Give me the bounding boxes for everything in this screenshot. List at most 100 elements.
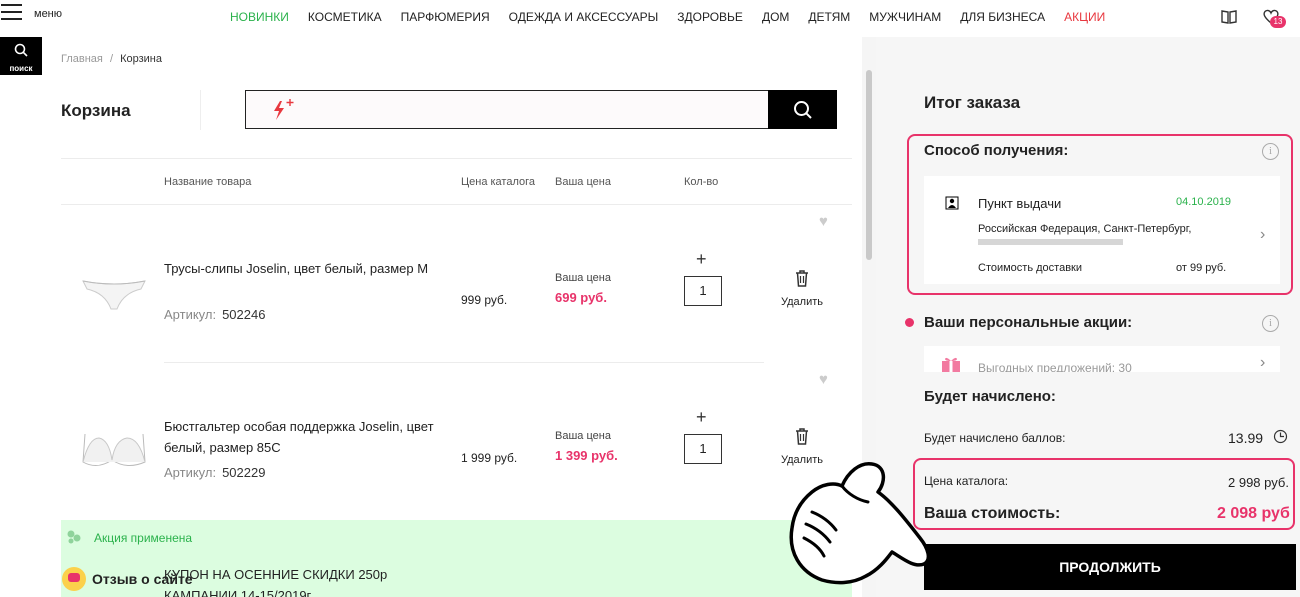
coupon-line-2: КАМПАНИИ 14-15/2019г	[164, 588, 312, 597]
breadcrumb: Главная / Корзина	[61, 53, 162, 65]
quick-add-field[interactable]	[306, 91, 756, 128]
feedback-chat-icon	[62, 567, 86, 591]
site-feedback-button[interactable]: Отзыв о сайте	[62, 567, 193, 591]
breadcrumb-current: Корзина	[120, 53, 162, 65]
delivery-cost-value: от 99 руб.	[1176, 262, 1227, 274]
delivery-method-heading: Способ получения:	[924, 142, 1069, 159]
trash-icon[interactable]	[794, 269, 810, 288]
add-to-favorites-heart-icon[interactable]: ♥	[819, 213, 828, 230]
pointing-hand-cursor-icon	[789, 462, 931, 585]
col-header-your-price: Ваша цена	[555, 176, 611, 188]
info-icon[interactable]: i	[1262, 315, 1279, 332]
gift-icon	[942, 357, 960, 372]
hamburger-menu-icon[interactable]	[1, 4, 22, 22]
catalog-price: 999 руб.	[461, 293, 508, 307]
chevron-right-icon[interactable]: ›	[1260, 354, 1265, 372]
top-navigation-bar: меню НОВИНКИ КОСМЕТИКА ПАРФЮМЕРИЯ ОДЕЖДА…	[0, 0, 1300, 36]
product-sku: Артикул: 502246	[164, 307, 265, 322]
points-coin-icon	[1273, 429, 1288, 444]
nav-item-sales[interactable]: АКЦИИ	[1064, 10, 1105, 24]
nav-item-perfume[interactable]: ПАРФЮМЕРИЯ	[401, 10, 490, 24]
catalog-total-value: 2 998 руб.	[1228, 475, 1289, 490]
product-image-bra[interactable]	[79, 419, 149, 479]
feedback-label: Отзыв о сайте	[92, 571, 193, 587]
your-price-block: Ваша цена 1 399 руб.	[555, 430, 618, 463]
points-label: Будет начислено баллов:	[924, 431, 1066, 445]
breadcrumb-separator: /	[109, 53, 113, 65]
divider	[61, 158, 852, 159]
add-to-favorites-heart-icon[interactable]: ♥	[819, 371, 828, 388]
quick-add-input[interactable]	[245, 90, 769, 129]
delivery-address: Российская Федерация, Санкт-Петербург,	[978, 223, 1192, 235]
product-name[interactable]: Трусы-слипы Joselin, цвет белый, размер …	[164, 258, 444, 279]
delivery-date: 04.10.2019	[1176, 196, 1232, 208]
chevron-right-icon[interactable]: ›	[1260, 226, 1265, 244]
qty-increment-button[interactable]: +	[696, 407, 707, 428]
nav-item-business[interactable]: ДЛЯ БИЗНЕСА	[960, 10, 1045, 24]
delivery-option-card[interactable]: Пункт выдачи 04.10.2019 Российская Федер…	[924, 176, 1280, 284]
your-price-label: Ваша цена	[555, 272, 611, 284]
col-header-name: Название товара	[164, 176, 252, 188]
personal-offers-heading: Ваши персональные акции:	[924, 314, 1133, 331]
page-title: Корзина	[61, 101, 131, 120]
catalog-price: 1 999 руб.	[461, 451, 518, 465]
quick-add-search-button[interactable]	[768, 90, 837, 129]
lightning-plus-icon	[274, 99, 294, 120]
your-price-label: Ваша цена	[555, 430, 611, 442]
nav-item-cosmetics[interactable]: КОСМЕТИКА	[308, 10, 382, 24]
nav-item-new[interactable]: НОВИНКИ	[230, 10, 289, 24]
nav-item-home[interactable]: ДОМ	[762, 10, 789, 24]
table-row: Бюстгальтер особая поддержка Joselin, цв…	[0, 363, 860, 520]
divider	[200, 90, 201, 130]
promo-applied-label: Акция применена	[94, 531, 193, 545]
notification-dot	[905, 318, 914, 327]
info-icon[interactable]: i	[1262, 143, 1279, 160]
search-button[interactable]: поиск	[0, 37, 42, 75]
product-name[interactable]: Бюстгальтер особая поддержка Joselin, цв…	[164, 416, 444, 458]
continue-button[interactable]: ПРОДОЛЖИТЬ	[924, 544, 1296, 590]
delete-button[interactable]: Удалить	[778, 296, 826, 308]
delivery-cost-label: Стоимость доставки	[978, 262, 1082, 274]
pickup-point-person-icon	[945, 196, 959, 210]
points-value: 13.99	[1228, 430, 1264, 446]
col-header-qty: Кол-во	[684, 176, 719, 188]
search-label: поиск	[9, 64, 33, 73]
search-icon	[14, 43, 28, 57]
main-nav: НОВИНКИ КОСМЕТИКА ПАРФЮМЕРИЯ ОДЕЖДА И АК…	[230, 10, 1105, 24]
your-total-label: Ваша стоимость:	[924, 505, 1061, 522]
catalog-book-icon[interactable]	[1220, 9, 1238, 25]
product-image-panties[interactable]	[79, 265, 149, 325]
page-scrollbar-thumb[interactable]	[866, 70, 872, 260]
menu-label[interactable]: меню	[34, 8, 62, 20]
nav-item-kids[interactable]: ДЕТЯМ	[808, 10, 850, 24]
nav-item-men[interactable]: МУЖЧИНАМ	[869, 10, 941, 24]
nav-item-clothing[interactable]: ОДЕЖДА И АКСЕССУАРЫ	[509, 10, 659, 24]
favorites-count-badge: 13	[1270, 16, 1286, 28]
sku-label: Артикул:	[164, 465, 217, 480]
table-row: Трусы-слипы Joselin, цвет белый, размер …	[0, 205, 860, 363]
your-price: 1 399 руб.	[555, 448, 618, 463]
search-icon	[793, 100, 812, 119]
product-sku: Артикул: 502229	[164, 465, 265, 480]
accrual-heading: Будет начислено:	[924, 388, 1056, 405]
your-total-value: 2 098 руб.	[1217, 505, 1290, 522]
sku-value: 502229	[222, 465, 266, 480]
breadcrumb-home[interactable]: Главная	[61, 53, 103, 65]
order-summary-title: Итог заказа	[924, 93, 1021, 112]
quantity-input[interactable]: 1	[684, 434, 722, 464]
your-price-block: Ваша цена 699 руб.	[555, 272, 611, 305]
sku-label: Артикул:	[164, 307, 217, 322]
delivery-method-name: Пункт выдачи	[978, 196, 1062, 211]
qty-increment-button[interactable]: +	[696, 249, 707, 270]
catalog-total-label: Цена каталога:	[924, 474, 1009, 488]
trash-icon[interactable]	[794, 427, 810, 446]
coupon-line-1: КУПОН НА ОСЕННИЕ СКИДКИ 250р	[164, 567, 388, 582]
your-price: 699 руб.	[555, 290, 607, 305]
promo-applied-icon	[67, 530, 81, 544]
col-header-catalog-price: Цена каталога	[461, 176, 536, 188]
redacted-address-bar	[978, 239, 1123, 245]
sku-value: 502246	[222, 307, 266, 322]
coupon-description: КУПОН НА ОСЕННИЕ СКИДКИ 250р КАМПАНИИ 14…	[164, 564, 387, 597]
nav-item-health[interactable]: ЗДОРОВЬЕ	[677, 10, 743, 24]
quantity-input[interactable]: 1	[684, 276, 722, 306]
